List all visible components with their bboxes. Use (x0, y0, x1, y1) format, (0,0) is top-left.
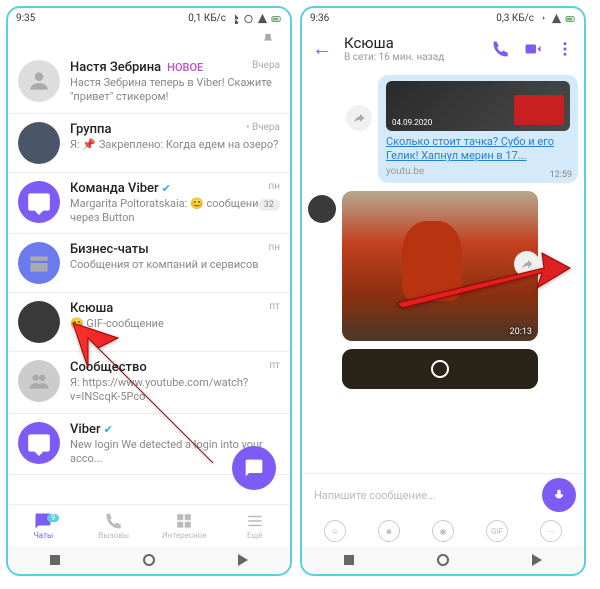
camera-button[interactable]: ◉ (432, 520, 454, 542)
avatar-viber (18, 422, 60, 464)
contact-status: В сети: 16 мин. назад (344, 52, 480, 63)
phone-left: 9:35 0,1 КБ/с Настя Зебрина НОВОЕ Настя З… (6, 6, 292, 576)
signal-icon (551, 13, 562, 24)
tutorial-arrow (392, 248, 572, 332)
more-button[interactable]: ⋯ (540, 520, 562, 542)
search-bar[interactable] (8, 28, 290, 52)
avatar-group (18, 122, 60, 164)
sys-home[interactable] (437, 554, 449, 566)
nav-chats[interactable]: 9 Чаты (8, 505, 79, 546)
sys-back[interactable] (238, 554, 248, 566)
nav-badge: 9 (47, 514, 59, 522)
outgoing-link-message[interactable]: 04.09.2020 Сколько стоит тачка? Субо и е… (378, 75, 578, 183)
signal-icon (257, 13, 268, 24)
composer-toolbar: ☺ ☻ ◉ GIF ⋯ (302, 516, 584, 546)
chat-preview: Сообщения от компаний и сервисов (70, 258, 280, 272)
chat-time: Вчера (252, 60, 280, 71)
sender-avatar (308, 195, 336, 223)
nav-calls[interactable]: Вызовы (79, 505, 150, 546)
avatar-user (18, 301, 60, 343)
pin-icon (260, 32, 276, 48)
nav-label: Ещё (247, 531, 262, 540)
sys-recents[interactable] (344, 555, 354, 565)
emoji-button[interactable]: ☻ (378, 520, 400, 542)
system-nav (8, 546, 290, 574)
link-preview-image: 04.09.2020 (386, 81, 570, 131)
chat-name: Группа (70, 122, 111, 137)
chat-time: пн (268, 181, 280, 192)
message-composer: Напишите сообщение... (302, 473, 584, 516)
chat-time: • Вчера (246, 122, 280, 133)
call-icon[interactable] (492, 40, 510, 58)
avatar-community (18, 360, 60, 402)
chat-name: Команда Viber (70, 181, 159, 196)
nav-more[interactable]: Ещё (220, 505, 291, 546)
chat-name: Бизнес-чаты (70, 242, 149, 257)
nav-explore[interactable]: Интересное (149, 505, 220, 546)
chat-preview: Margarita Poltoratskaia: 😊 сообщение чер… (70, 197, 280, 226)
alarm-icon (243, 13, 254, 24)
nav-label: Вызовы (98, 531, 129, 540)
status-bar: 9:36 0,3 КБ/с (302, 8, 584, 28)
bottom-nav: 9 Чаты Вызовы Интересное Ещё (8, 504, 290, 546)
network-speed: 0,3 КБ/с (496, 13, 534, 24)
nav-label: Чаты (33, 531, 53, 540)
chat-header: ← Ксюша В сети: 16 мин. назад (302, 28, 584, 69)
nav-label: Интересное (162, 531, 206, 540)
compose-fab[interactable] (232, 446, 276, 490)
chat-item-nastya[interactable]: Настя Зебрина НОВОЕ Настя Зебрина теперь … (8, 52, 290, 114)
video-call-icon[interactable] (524, 40, 542, 58)
tutorial-arrow (58, 308, 228, 482)
status-right: 0,3 КБ/с (496, 13, 576, 24)
status-right: 0,1 КБ/с (188, 13, 282, 24)
menu-icon[interactable] (556, 40, 574, 58)
battery-icon (565, 13, 576, 24)
network-speed: 0,1 КБ/с (188, 13, 226, 24)
chat-preview: Я: 📌 Закреплено: Когда едем на озеро? (70, 138, 280, 152)
preview-date: 04.09.2020 (392, 118, 432, 127)
bluetooth-icon (229, 13, 240, 24)
unread-count: 32 (258, 199, 280, 211)
back-button[interactable]: ← (312, 36, 332, 61)
contact-name[interactable]: Ксюша (344, 34, 480, 52)
chat-time: пн (268, 242, 280, 253)
chat-item-business[interactable]: Бизнес-чаты Сообщения от компаний и серв… (8, 234, 290, 293)
sticker-button[interactable]: ☺ (324, 520, 346, 542)
forward-button[interactable] (346, 105, 372, 131)
gif-button[interactable]: GIF (486, 520, 508, 542)
new-badge: НОВОЕ (167, 61, 203, 74)
clock: 9:35 (16, 13, 35, 24)
chat-item-viber-team[interactable]: Команда Viber✔ Margarita Poltoratskaia: … (8, 173, 290, 235)
verified-icon: ✔ (162, 182, 171, 195)
chat-name: Настя Зебрина (70, 60, 161, 75)
chat-time: пт (269, 360, 280, 371)
mic-button[interactable] (542, 478, 576, 512)
link-title[interactable]: Сколько стоит тачка? Субо и его Гелик! Х… (386, 135, 570, 164)
sys-recents[interactable] (50, 555, 60, 565)
link-source: youtu.be (386, 166, 570, 177)
avatar-placeholder (18, 60, 60, 102)
phone-right: 9:36 0,3 КБ/с ← Ксюша В сети: 16 мин. на… (300, 6, 586, 576)
clock: 9:36 (310, 13, 329, 24)
sys-home[interactable] (143, 554, 155, 566)
sys-back[interactable] (532, 554, 542, 566)
status-bar: 9:35 0,1 КБ/с (8, 8, 290, 28)
message-input[interactable]: Напишите сообщение... (310, 485, 536, 506)
chat-time: пт (269, 301, 280, 312)
chat-preview: Настя Зебрина теперь в Viber! Скажите "п… (70, 76, 280, 105)
system-nav (302, 546, 584, 574)
bluetooth-icon (537, 13, 548, 24)
chat-item-group[interactable]: Группа Я: 📌 Закреплено: Когда едем на оз… (8, 114, 290, 173)
battery-icon (271, 13, 282, 24)
message-time: 12:59 (550, 170, 572, 180)
avatar-viber (18, 181, 60, 223)
avatar-store (18, 242, 60, 284)
incoming-video-message[interactable] (342, 349, 538, 389)
